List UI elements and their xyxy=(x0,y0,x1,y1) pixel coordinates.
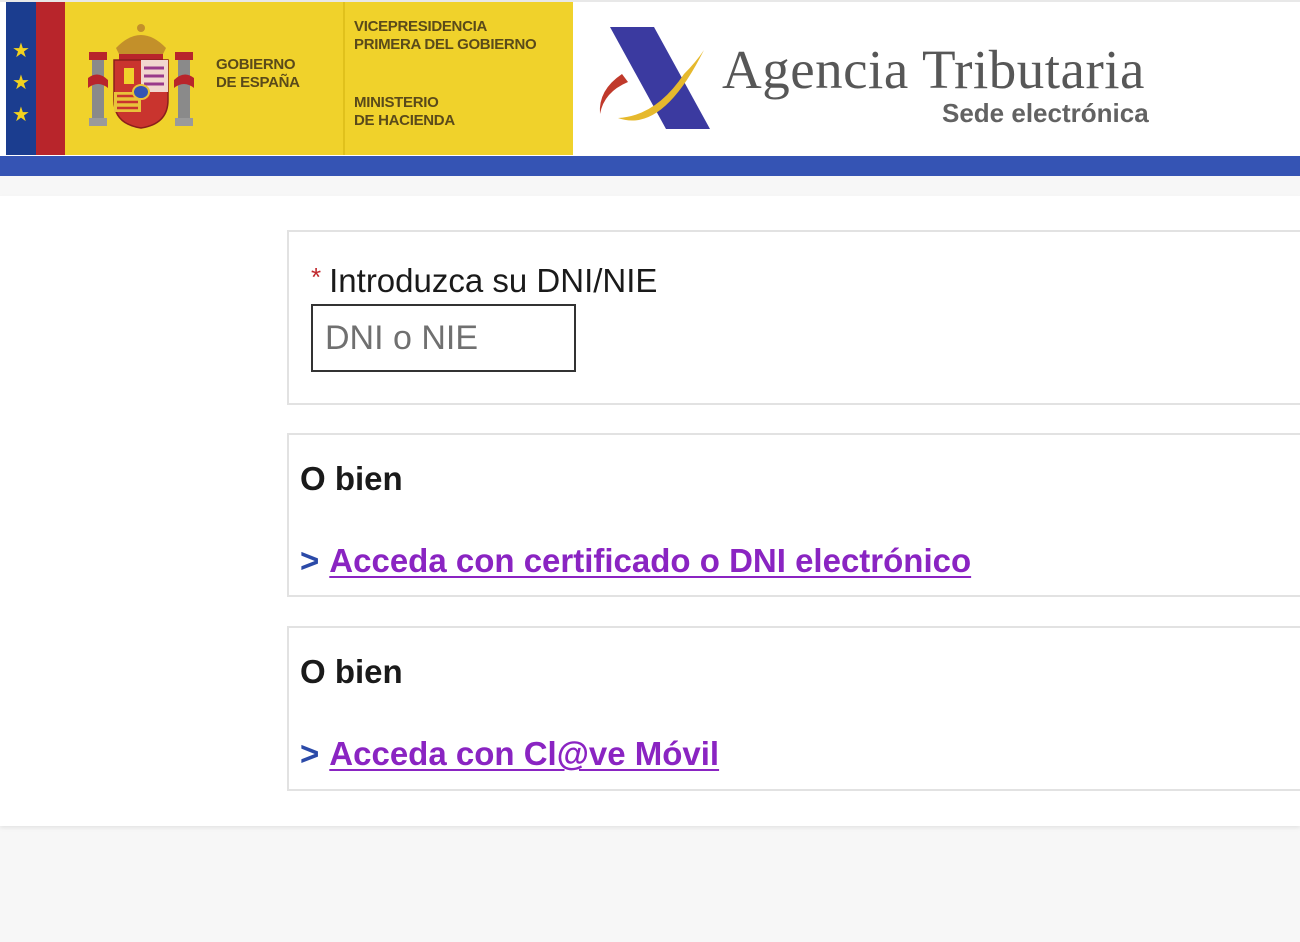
main-content: *Introduzca su DNI/NIE O bien >Acceda co… xyxy=(0,196,1300,826)
alternative-heading: O bien xyxy=(300,653,403,690)
chevron-right-icon: > xyxy=(300,735,320,772)
spain-flag-stripe xyxy=(36,2,65,155)
agencia-tributaria-logo-icon[interactable] xyxy=(592,22,716,132)
agency-title[interactable]: Agencia Tributaria xyxy=(722,38,1145,101)
certificate-link-row: > Acceda con certificado o DNI electrónic… xyxy=(300,542,971,580)
clave-panel: O bien > Acceda con Cl@ve Móvil xyxy=(287,626,1300,791)
agency-subtitle: Sede electrónica xyxy=(942,98,1149,128)
alternative-heading: O bien xyxy=(300,460,403,497)
dni-input[interactable] xyxy=(311,304,576,372)
dni-label-text: Introduzca su DNI/NIE xyxy=(329,262,658,299)
government-divider xyxy=(343,2,345,155)
certificate-panel: O bien > Acceda con certificado o DNI ele… xyxy=(287,433,1300,597)
clave-movil-access-link[interactable]: Acceda con Cl@ve Móvil xyxy=(329,735,719,772)
eu-star-icon: ★ xyxy=(12,102,30,126)
government-label: GOBIERNO DE ESPAÑA xyxy=(216,56,300,91)
eu-flag-stripe: ★ ★ ★ xyxy=(6,2,36,155)
header-blue-band xyxy=(0,156,1300,176)
clave-link-row: > Acceda con Cl@ve Móvil xyxy=(300,735,719,773)
chevron-right-icon: > xyxy=(300,542,320,579)
eu-star-icon: ★ xyxy=(12,70,30,94)
site-header: ★ ★ ★ GOBIERNO DE ESPAÑA VICEPRESIDENCIA… xyxy=(0,0,1300,176)
certificate-access-link[interactable]: Acceda con certificado o DNI electrónico xyxy=(329,542,971,579)
required-mark: * xyxy=(311,262,322,292)
dni-panel: * Introduzca su DNI/NIE xyxy=(287,230,1300,405)
spain-coat-of-arms-icon xyxy=(88,24,194,129)
dni-field-label: * Introduzca su DNI/NIE xyxy=(311,262,657,300)
vicepresidency-label: VICEPRESIDENCIA PRIMERA DEL GOBIERNO xyxy=(354,18,537,53)
eu-star-icon: ★ xyxy=(12,38,30,62)
ministry-label: MINISTERIO DE HACIENDA xyxy=(354,94,455,129)
